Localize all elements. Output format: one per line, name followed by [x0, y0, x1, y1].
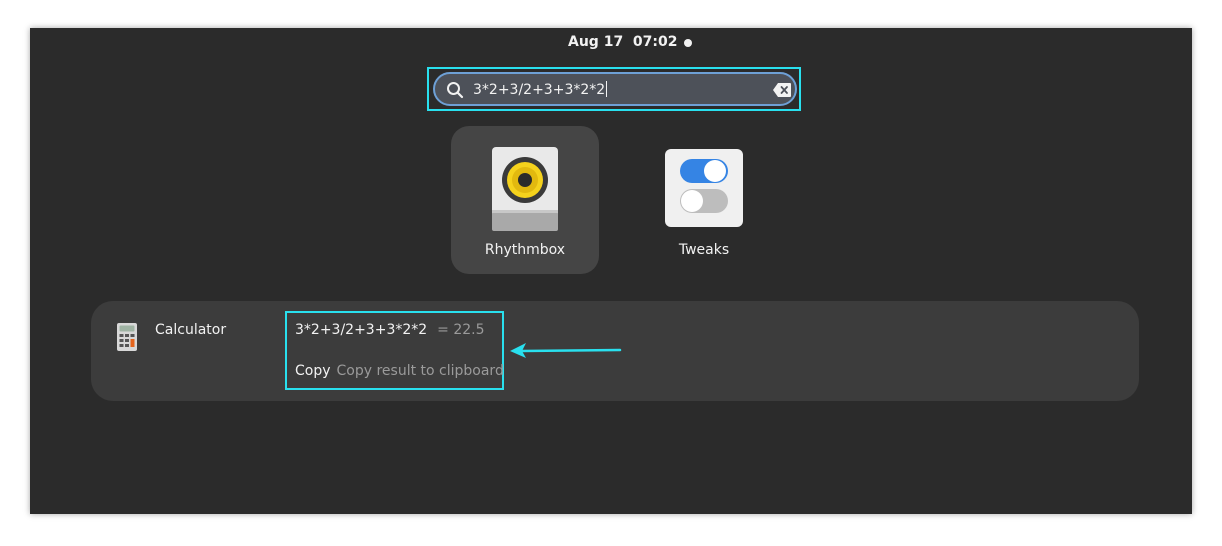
copy-description: Copy result to clipboard [336, 363, 504, 379]
annotation-arrow-icon [510, 343, 622, 358]
search-icon [447, 82, 464, 99]
app-tweaks[interactable]: Tweaks [630, 126, 778, 274]
copy-result-button[interactable]: Copy Copy result to clipboard [295, 363, 504, 379]
app-label: Tweaks [678, 242, 730, 258]
copy-label: Copy [295, 363, 331, 379]
calculator-result-row[interactable]: 3*2+3/2+3+3*2*2 = 22.5 [295, 322, 485, 338]
tweaks-toggle-icon [665, 149, 743, 227]
notification-dot-icon [684, 39, 692, 47]
result-expression: 3*2+3/2+3+3*2*2 [295, 322, 428, 338]
activities-overview: Aug 17 07:02 3*2+3/2+3+3*2*2 Rhythmbox T… [30, 28, 1192, 514]
app-label: Rhythmbox [484, 242, 566, 258]
text-caret [606, 81, 608, 97]
result-provider-name[interactable]: Calculator [155, 322, 226, 338]
app-rhythmbox[interactable]: Rhythmbox [451, 126, 599, 274]
calculator-icon [117, 323, 137, 351]
rhythmbox-speaker-icon [492, 147, 558, 231]
search-input[interactable]: 3*2+3/2+3+3*2*2 [433, 72, 797, 106]
search-query-text[interactable]: 3*2+3/2+3+3*2*2 [473, 81, 608, 98]
clear-text-icon[interactable] [772, 82, 792, 98]
result-value: = 22.5 [437, 322, 485, 338]
top-bar-clock[interactable]: Aug 17 07:02 [568, 34, 678, 50]
